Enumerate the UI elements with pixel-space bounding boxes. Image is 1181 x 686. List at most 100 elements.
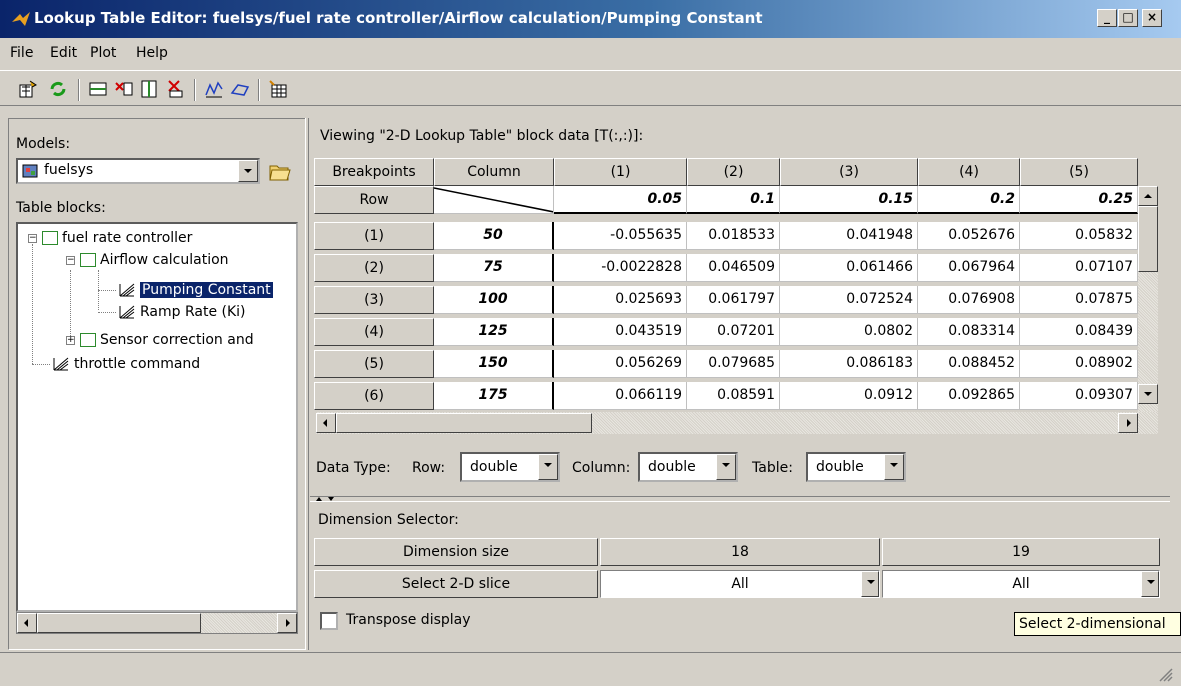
expand-toggle[interactable]: + — [66, 336, 75, 345]
row-index[interactable]: (5) — [314, 350, 434, 378]
scroll-right-button[interactable] — [277, 613, 297, 633]
table-cell[interactable]: 0.09307 — [1020, 382, 1138, 410]
tree-horizontal-scrollbar[interactable] — [16, 612, 298, 634]
remove-row-icon[interactable] — [114, 79, 134, 99]
table-cell[interactable]: 0.08439 — [1020, 318, 1138, 346]
col-breakpoint-1[interactable]: 0.05 — [554, 186, 687, 214]
row-breakpoint[interactable]: 150 — [434, 350, 554, 378]
row-breakpoint[interactable]: 100 — [434, 286, 554, 314]
table-cell[interactable]: 0.092865 — [918, 382, 1020, 410]
table-cell[interactable]: 0.067964 — [918, 254, 1020, 282]
table-cell[interactable]: 0.08902 — [1020, 350, 1138, 378]
row-breakpoint[interactable]: 175 — [434, 382, 554, 410]
col-breakpoint-5[interactable]: 0.25 — [1020, 186, 1138, 214]
row-index[interactable]: (6) — [314, 382, 434, 410]
scroll-up-button[interactable] — [1138, 186, 1158, 206]
table-cell[interactable]: 0.052676 — [918, 222, 1020, 250]
table-cell[interactable]: 0.079685 — [687, 350, 780, 378]
chevron-down-icon[interactable] — [238, 160, 258, 182]
edit-table-icon[interactable] — [268, 79, 288, 99]
table-cell[interactable]: 0.07201 — [687, 318, 780, 346]
header-col-4[interactable]: (4) — [918, 158, 1020, 186]
minimize-button[interactable]: _ — [1097, 9, 1117, 27]
slice-select-1[interactable]: All — [600, 570, 880, 598]
table-cell[interactable]: 0.043519 — [554, 318, 687, 346]
table-type-select[interactable]: double — [806, 452, 906, 482]
table-cell[interactable]: 0.05832 — [1020, 222, 1138, 250]
table-cell[interactable]: -0.055635 — [554, 222, 687, 250]
chevron-down-icon[interactable] — [884, 454, 904, 480]
update-block-icon[interactable] — [18, 79, 38, 99]
table-horizontal-scrollbar[interactable] — [316, 412, 1158, 434]
header-breakpoints[interactable]: Breakpoints — [314, 158, 434, 186]
table-cell[interactable]: 0.041948 — [780, 222, 918, 250]
scroll-left-button[interactable] — [17, 613, 37, 633]
row-index[interactable]: (2) — [314, 254, 434, 282]
open-folder-icon[interactable] — [268, 160, 292, 182]
table-cell[interactable]: 0.086183 — [780, 350, 918, 378]
table-cell[interactable]: -0.0022828 — [554, 254, 687, 282]
table-cell[interactable]: 0.088452 — [918, 350, 1020, 378]
header-col-3[interactable]: (3) — [780, 158, 918, 186]
table-cell[interactable]: 0.018533 — [687, 222, 780, 250]
slice-select-2[interactable]: All — [882, 570, 1160, 598]
menu-help[interactable]: Help — [136, 45, 168, 61]
col-breakpoint-4[interactable]: 0.2 — [918, 186, 1020, 214]
table-vertical-scrollbar[interactable] — [1138, 186, 1158, 414]
model-select[interactable]: fuelsys — [16, 158, 260, 184]
tree-node-fuel-rate-controller[interactable]: fuel rate controller — [42, 228, 192, 248]
header-col-2[interactable]: (2) — [687, 158, 780, 186]
title-bar[interactable]: Lookup Table Editor: fuelsys/fuel rate c… — [0, 0, 1181, 38]
remove-column-icon[interactable] — [166, 79, 186, 99]
scroll-thumb[interactable] — [37, 613, 201, 633]
row-breakpoint[interactable]: 75 — [434, 254, 554, 282]
header-col-5[interactable]: (5) — [1020, 158, 1138, 186]
tree-node-throttle-command[interactable]: throttle command — [52, 354, 200, 374]
add-row-icon[interactable] — [88, 79, 108, 99]
scroll-thumb[interactable] — [1138, 206, 1158, 272]
table-cell[interactable]: 0.08591 — [687, 382, 780, 410]
table-blocks-tree[interactable]: − fuel rate controller − Airflow calcula… — [16, 222, 298, 612]
plot-mesh-icon[interactable] — [230, 79, 250, 99]
header-column[interactable]: Column — [434, 158, 554, 186]
table-cell[interactable]: 0.076908 — [918, 286, 1020, 314]
row-breakpoint[interactable]: 125 — [434, 318, 554, 346]
tree-node-pumping-constant[interactable]: Pumping Constant — [118, 280, 273, 300]
table-cell[interactable]: 0.061466 — [780, 254, 918, 282]
resize-grip-icon[interactable] — [1157, 666, 1173, 682]
table-cell[interactable]: 0.046509 — [687, 254, 780, 282]
table-cell[interactable]: 0.066119 — [554, 382, 687, 410]
tree-node-sensor-correction[interactable]: Sensor correction and — [80, 330, 254, 350]
add-column-icon[interactable] — [140, 79, 160, 99]
chevron-down-icon[interactable] — [861, 571, 879, 597]
table-cell[interactable]: 0.0802 — [780, 318, 918, 346]
menu-plot[interactable]: Plot — [90, 45, 116, 61]
column-type-select[interactable]: double — [638, 452, 738, 482]
transpose-label[interactable]: Transpose display — [346, 612, 471, 628]
vertical-splitter[interactable] — [305, 118, 309, 650]
horizontal-splitter[interactable] — [310, 496, 1170, 502]
table-cell[interactable]: 0.07875 — [1020, 286, 1138, 314]
chevron-down-icon[interactable] — [1141, 571, 1159, 597]
row-index[interactable]: (1) — [314, 222, 434, 250]
scroll-right-button[interactable] — [1118, 413, 1138, 433]
scroll-thumb[interactable] — [336, 413, 592, 433]
row-index[interactable]: (3) — [314, 286, 434, 314]
row-index[interactable]: (4) — [314, 318, 434, 346]
tree-node-ramp-rate[interactable]: Ramp Rate (Ki) — [118, 302, 246, 322]
tree-node-airflow-calculation[interactable]: Airflow calculation — [80, 250, 229, 270]
table-cell[interactable]: 0.07107 — [1020, 254, 1138, 282]
table-cell[interactable]: 0.083314 — [918, 318, 1020, 346]
maximize-button[interactable]: □ — [1118, 9, 1138, 27]
table-cell[interactable]: 0.025693 — [554, 286, 687, 314]
table-cell[interactable]: 0.0912 — [780, 382, 918, 410]
close-button[interactable]: × — [1142, 9, 1162, 27]
scroll-left-button[interactable] — [316, 413, 336, 433]
reload-icon[interactable] — [48, 79, 68, 99]
scroll-down-button[interactable] — [1138, 384, 1158, 404]
menu-edit[interactable]: Edit — [50, 45, 77, 61]
table-cell[interactable]: 0.072524 — [780, 286, 918, 314]
row-breakpoint[interactable]: 50 — [434, 222, 554, 250]
header-col-1[interactable]: (1) — [554, 158, 687, 186]
collapse-toggle[interactable]: − — [66, 256, 75, 265]
